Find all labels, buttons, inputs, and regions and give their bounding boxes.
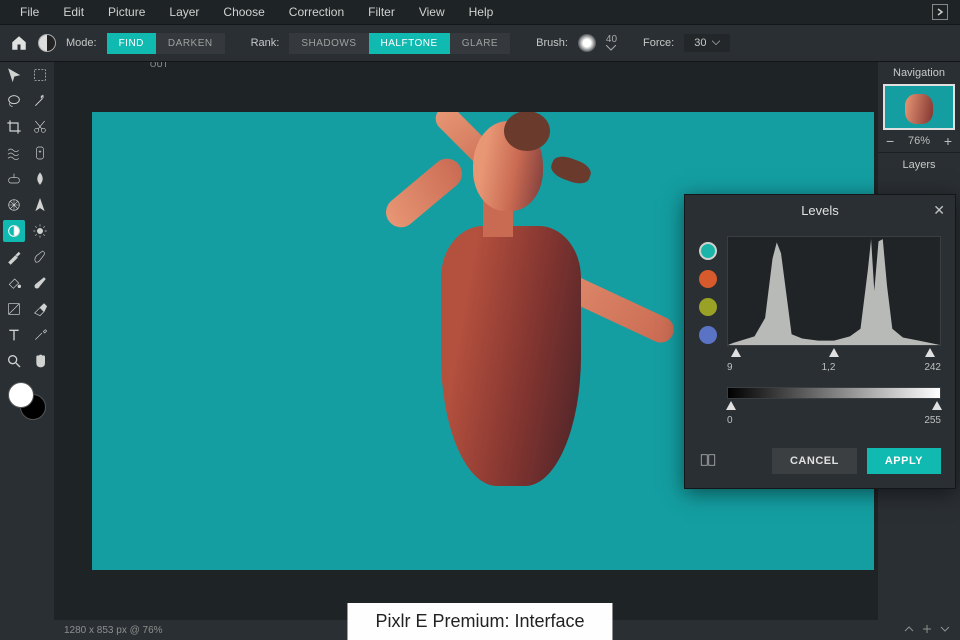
output-gradient xyxy=(727,387,941,399)
menu-choose[interactable]: Choose xyxy=(211,1,276,23)
zoom-out-label: OUT xyxy=(150,62,168,69)
channel-blue[interactable] xyxy=(699,326,717,344)
levels-title: Levels xyxy=(801,203,839,218)
brush-size-control[interactable]: 40 xyxy=(606,35,617,51)
clone-tool[interactable] xyxy=(3,168,25,190)
close-icon[interactable]: ✕ xyxy=(933,202,945,219)
input-mid-value: 1,2 xyxy=(821,362,835,373)
gradient-tool[interactable] xyxy=(3,298,25,320)
channel-swatches xyxy=(699,236,717,426)
output-black-handle[interactable] xyxy=(726,401,736,410)
mode-find-chip[interactable]: FIND xyxy=(107,33,156,54)
layers-panel-title: Layers xyxy=(878,152,960,177)
menu-layer[interactable]: Layer xyxy=(157,1,211,23)
navigation-thumbnail[interactable] xyxy=(883,84,955,130)
navigation-panel-title: Navigation xyxy=(878,62,960,84)
mode-group: FIND DARKEN xyxy=(107,33,225,54)
crop-tool[interactable] xyxy=(3,116,25,138)
status-dimensions: 1280 x 853 px @ 76% xyxy=(64,625,163,636)
input-mid-handle[interactable] xyxy=(829,348,839,357)
apply-button[interactable]: APPLY xyxy=(867,448,941,474)
sponge-tool[interactable] xyxy=(3,194,25,216)
canvas-image xyxy=(353,112,613,570)
liquify-tool[interactable] xyxy=(3,142,25,164)
wand-tool[interactable] xyxy=(29,90,51,112)
rank-group: SHADOWS HALFTONE GLARE xyxy=(289,33,510,54)
menu-bar: File Edit Picture Layer Choose Correctio… xyxy=(0,0,960,24)
hand-tool[interactable] xyxy=(29,350,51,372)
menu-view[interactable]: View xyxy=(407,1,457,23)
input-white-handle[interactable] xyxy=(925,348,935,357)
sharpen-tool[interactable] xyxy=(29,194,51,216)
color-swatches[interactable] xyxy=(8,382,46,420)
caption-overlay: Pixlr E Premium: Interface xyxy=(347,603,612,640)
input-slider[interactable] xyxy=(727,348,941,360)
zoom-out-button[interactable]: − xyxy=(886,133,894,149)
zoom-tool[interactable] xyxy=(3,350,25,372)
home-icon[interactable] xyxy=(10,34,28,52)
color-picker-tool[interactable] xyxy=(29,324,51,346)
rank-halftone-chip[interactable]: HALFTONE xyxy=(369,33,450,54)
input-black-handle[interactable] xyxy=(731,348,741,357)
mode-label: Mode: xyxy=(66,37,97,49)
foreground-color-swatch[interactable] xyxy=(8,382,34,408)
input-white-value: 242 xyxy=(924,362,941,373)
brush-preview-icon[interactable] xyxy=(578,34,596,52)
fill-tool[interactable] xyxy=(3,272,25,294)
mode-darken-chip[interactable]: DARKEN xyxy=(156,33,225,54)
brush-label: Brush: xyxy=(536,37,568,49)
channel-red[interactable] xyxy=(699,270,717,288)
cancel-button[interactable]: CANCEL xyxy=(772,448,857,474)
menu-file[interactable]: File xyxy=(8,1,51,23)
channel-luminance[interactable] xyxy=(699,242,717,260)
collapse-panels-button[interactable] xyxy=(932,4,948,20)
input-black-value: 9 xyxy=(727,362,733,373)
dodge-burn-tool[interactable] xyxy=(3,220,25,242)
force-label: Force: xyxy=(643,37,674,49)
force-dropdown[interactable]: 30 xyxy=(684,34,730,52)
dodge-burn-tool-icon[interactable] xyxy=(38,34,56,52)
heal-tool[interactable] xyxy=(29,142,51,164)
text-tool[interactable] xyxy=(3,324,25,346)
cut-tool[interactable] xyxy=(29,116,51,138)
output-black-value: 0 xyxy=(727,415,733,426)
blur-tool[interactable] xyxy=(29,168,51,190)
output-white-handle[interactable] xyxy=(932,401,942,410)
rank-label: Rank: xyxy=(251,37,280,49)
output-white-value: 255 xyxy=(924,415,941,426)
menu-filter[interactable]: Filter xyxy=(356,1,407,23)
compare-icon[interactable] xyxy=(699,451,717,472)
channel-green[interactable] xyxy=(699,298,717,316)
zoom-controls: − 76% + xyxy=(878,130,960,152)
move-tool[interactable] xyxy=(3,64,25,86)
lasso-tool[interactable] xyxy=(3,90,25,112)
levels-dialog-header: Levels ✕ xyxy=(685,195,955,226)
histogram xyxy=(727,236,941,346)
menu-correction[interactable]: Correction xyxy=(277,1,356,23)
eyedropper-tool[interactable] xyxy=(3,246,25,268)
marquee-tool[interactable] xyxy=(29,64,51,86)
tool-panel xyxy=(0,62,54,620)
layer-up-icon[interactable] xyxy=(904,624,914,637)
pen-tool[interactable] xyxy=(29,246,51,268)
brush-tool[interactable] xyxy=(29,272,51,294)
menu-picture[interactable]: Picture xyxy=(96,1,157,23)
output-slider[interactable] xyxy=(727,401,941,413)
levels-dialog: Levels ✕ xyxy=(684,194,956,489)
rank-glare-chip[interactable]: GLARE xyxy=(450,33,510,54)
add-layer-icon[interactable] xyxy=(922,624,932,637)
rank-shadows-chip[interactable]: SHADOWS xyxy=(289,33,368,54)
zoom-value: 76% xyxy=(908,135,930,147)
menu-help[interactable]: Help xyxy=(457,1,506,23)
eraser-tool[interactable] xyxy=(29,298,51,320)
zoom-in-button[interactable]: + xyxy=(944,133,952,149)
menu-edit[interactable]: Edit xyxy=(51,1,96,23)
layer-down-icon[interactable] xyxy=(940,624,950,637)
option-bar: Mode: FIND DARKEN Rank: SHADOWS HALFTONE… xyxy=(0,24,960,62)
temperature-tool[interactable] xyxy=(29,220,51,242)
